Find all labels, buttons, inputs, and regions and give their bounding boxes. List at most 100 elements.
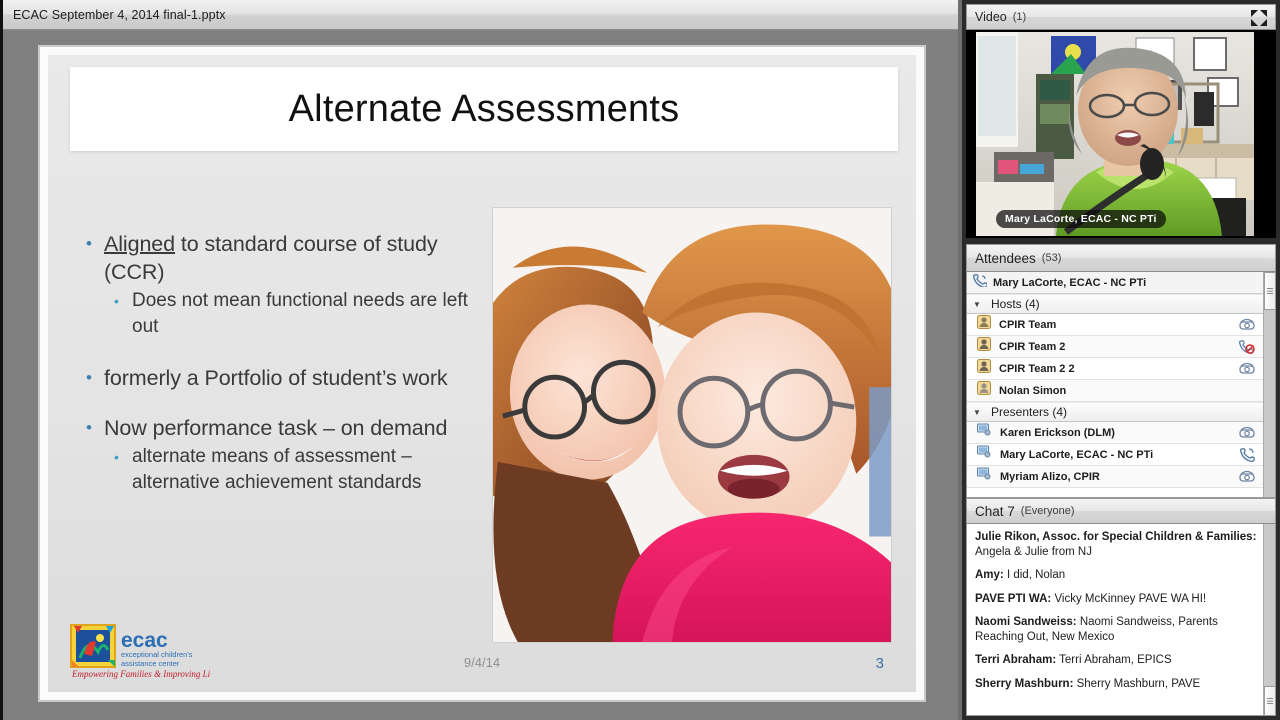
- attendee-row[interactable]: Myriam Alizo, CPIR: [967, 466, 1275, 488]
- bullet-text: alternate means of assessment – alternat…: [132, 446, 422, 493]
- attendee-row[interactable]: CPIR Team 2 2: [967, 358, 1275, 380]
- svg-text:exceptional children's: exceptional children's: [121, 650, 193, 659]
- attendee-icon: [977, 337, 991, 356]
- attendee-group-label: Presenters (4): [991, 405, 1068, 419]
- attendee-icon: [977, 315, 991, 334]
- attendee-self-row[interactable]: Mary LaCorte, ECAC - NC PTi: [967, 272, 1275, 294]
- fullscreen-icon[interactable]: [1250, 9, 1268, 27]
- attendee-row[interactable]: Nolan Simon: [967, 380, 1275, 402]
- scrollbar-grip-icon: ☰: [1266, 286, 1274, 296]
- bullet-dot-icon: •: [86, 418, 92, 437]
- video-panel-title: Video: [975, 10, 1007, 24]
- chat-message-text: I did, Nolan: [1003, 569, 1066, 581]
- bullet-item: • formerly a Portfolio of student’s work: [82, 364, 487, 392]
- chat-scrollbar-thumb[interactable]: ☰: [1264, 686, 1275, 715]
- attendee-row[interactable]: Karen Erickson (DLM): [967, 422, 1275, 444]
- chat-message-sender: PAVE PTI WA:: [975, 592, 1052, 605]
- slide-page-number: 3: [875, 655, 884, 672]
- presentation-pane: ECAC September 4, 2014 final-1.pptx Alte…: [0, 0, 961, 720]
- attendee-group-presenters[interactable]: ▼ Presenters (4): [967, 402, 1275, 422]
- bullet-text: Does not mean functional needs are left …: [132, 290, 468, 337]
- attendee-name: Karen Erickson (DLM): [1000, 426, 1115, 439]
- svg-text:assistance center: assistance center: [121, 659, 180, 668]
- bullet-dot-icon: •: [86, 368, 92, 387]
- telephone-muted-icon: [1239, 339, 1255, 359]
- telephone-icon: [1239, 361, 1255, 381]
- chat-message-sender: Sherry Mashburn:: [975, 677, 1074, 690]
- presenter-icon: [977, 467, 992, 486]
- attendees-scrollbar-thumb[interactable]: ☰: [1264, 272, 1275, 310]
- attendee-name: Mary LaCorte, ECAC - NC PTi: [1000, 448, 1154, 461]
- bullet-dot-icon: •: [86, 234, 92, 253]
- chat-message-sender: Terri Abraham:: [975, 654, 1057, 666]
- attendees-list[interactable]: Mary LaCorte, ECAC - NC PTi ▼ Hosts (4) …: [966, 272, 1276, 498]
- attendees-panel-header[interactable]: Attendees (53): [966, 244, 1276, 272]
- attendee-name: Nolan Simon: [999, 384, 1067, 397]
- bullet-item: • Does not mean functional needs are lef…: [82, 288, 487, 340]
- video-panel-count: (1): [1012, 11, 1027, 23]
- presentation-titlebar: ECAC September 4, 2014 final-1.pptx: [3, 0, 961, 30]
- attendee-group-label: Hosts (4): [991, 297, 1040, 311]
- slide-canvas: Alternate Assessments • Aligned to stand…: [48, 55, 916, 692]
- svg-text:ecac: ecac: [121, 629, 168, 652]
- slide-frame: Alternate Assessments • Aligned to stand…: [39, 46, 925, 701]
- attendees-count: (53): [1041, 252, 1062, 264]
- chevron-down-icon: ▼: [973, 299, 981, 309]
- attendee-icon: [977, 359, 991, 378]
- bullet-item: • alternate means of assessment – altern…: [82, 444, 487, 496]
- slide-photo: [492, 207, 892, 643]
- video-feed[interactable]: Mary LaCorte, ECAC - NC PTi: [966, 30, 1276, 238]
- chat-message: PAVE PTI WA: Vicky McKinney PAVE WA HI!: [975, 592, 1259, 607]
- attendees-scrollbar[interactable]: ☰: [1263, 272, 1275, 497]
- chat-message: Amy: I did, Nolan: [975, 568, 1259, 583]
- bullet-item: • Aligned to standard course of study (C…: [82, 230, 487, 286]
- attendee-icon: [977, 381, 991, 400]
- chat-message: Julie Rikon, Assoc. for Special Children…: [975, 530, 1259, 559]
- attendee-self-name: Mary LaCorte, ECAC - NC PTi: [993, 276, 1147, 289]
- chat-message-list[interactable]: Julie Rikon, Assoc. for Special Children…: [966, 524, 1276, 716]
- chevron-down-icon: ▼: [973, 407, 981, 417]
- slide-photo-illustration: [493, 208, 891, 642]
- telephone-handset-icon: [1239, 447, 1255, 467]
- bullet-underlined-word: Aligned: [104, 232, 176, 256]
- video-panel-header[interactable]: Video (1): [966, 4, 1276, 30]
- telephone-icon: [1239, 425, 1255, 445]
- bullet-item: • Now performance task – on demand: [82, 414, 487, 442]
- slide-title-box: Alternate Assessments: [70, 67, 898, 151]
- chat-panel-header[interactable]: Chat 7 (Everyone): [966, 498, 1276, 524]
- video-speaker-label: Mary LaCorte, ECAC - NC PTi: [996, 210, 1166, 228]
- slide-title: Alternate Assessments: [288, 87, 680, 130]
- slide-bullet-list: • Aligned to standard course of study (C…: [82, 230, 487, 496]
- bullet-text: Now performance task – on demand: [104, 416, 448, 440]
- chat-message-sender: Julie Rikon, Assoc. for Special Children…: [975, 531, 1257, 543]
- chat-message-text: Sherry Mashburn, PAVE: [1073, 677, 1201, 690]
- chat-message: Terri Abraham: Terri Abraham, EPICS: [975, 653, 1259, 668]
- chat-message: Naomi Sandweiss: Naomi Sandweiss, Parent…: [975, 615, 1259, 644]
- attendee-name: CPIR Team 2 2: [999, 362, 1075, 375]
- attendee-name: Myriam Alizo, CPIR: [1000, 470, 1100, 483]
- attendee-group-hosts[interactable]: ▼ Hosts (4): [967, 294, 1275, 314]
- attendee-row[interactable]: CPIR Team 2: [967, 336, 1275, 358]
- presenter-icon: [977, 445, 992, 464]
- chat-message-sender: Naomi Sandweiss:: [975, 616, 1077, 628]
- slide-date: 9/4/14: [463, 655, 501, 670]
- chat-message-sender: Amy:: [975, 569, 1004, 581]
- telephone-icon: [1239, 317, 1255, 337]
- chat-message-text: Angela & Julie from NJ: [975, 545, 1092, 558]
- attendee-name: CPIR Team 2: [999, 340, 1066, 353]
- bullet-text: formerly a Portfolio of student’s work: [104, 366, 448, 390]
- telephone-icon: [1239, 469, 1255, 489]
- presenter-icon: [977, 423, 992, 442]
- attendee-row[interactable]: Mary LaCorte, ECAC - NC PTi: [967, 444, 1275, 466]
- attendee-row[interactable]: CPIR Team: [967, 314, 1275, 336]
- video-feed-image: [966, 30, 1276, 238]
- svg-text:Empowering Families & Improvin: Empowering Families & Improving Lives: [71, 669, 210, 679]
- bullet-text: Aligned to standard course of study (CCR…: [104, 230, 487, 286]
- control-panel: Video (1) Mary LaCorte, ECAC - NC PTi At…: [962, 0, 1280, 720]
- chat-message: Sherry Mashburn: Sherry Mashburn, PAVE: [975, 677, 1259, 692]
- chat-panel-title: Chat 7: [975, 503, 1015, 519]
- bullet-dot-icon: •: [114, 293, 119, 309]
- presentation-file-name: ECAC September 4, 2014 final-1.pptx: [13, 7, 226, 22]
- chat-scrollbar[interactable]: ☰: [1263, 524, 1275, 715]
